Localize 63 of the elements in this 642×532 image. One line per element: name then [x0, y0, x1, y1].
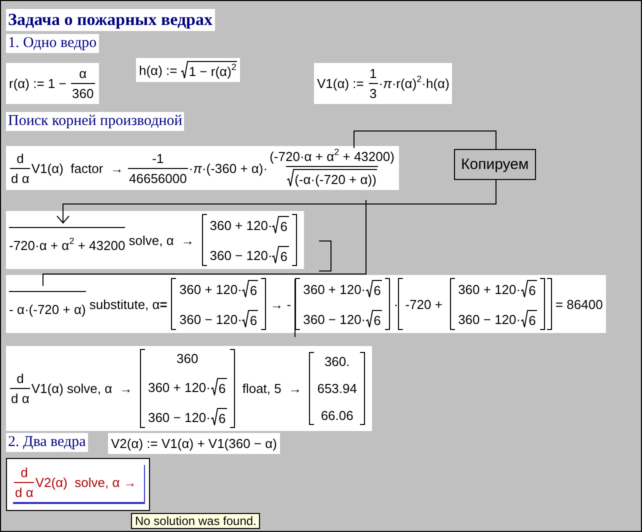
math-text: V1(α) solve, α → [31, 381, 134, 396]
math-text: substitute, α= [88, 296, 168, 312]
math-text: V1(α) := [317, 76, 365, 91]
math-text: V2(α) solve, α → [35, 475, 136, 490]
math-text: 653.94 [317, 381, 357, 396]
math-text: 6 [250, 283, 258, 298]
math-text: α [79, 66, 87, 81]
math-text: (-α·(-720 + α)) [294, 172, 376, 187]
math-text: = 86400 [554, 296, 603, 312]
math-text: 360 − 120· [210, 248, 272, 262]
math-text: 360 [72, 86, 94, 101]
math-text: float, 5 → [241, 381, 303, 396]
math-text: 6 [280, 249, 288, 264]
math-text: r(α) := 1 − [9, 76, 68, 91]
worksheet-title: Задача о пожарных ведрах [6, 9, 215, 31]
math-text: 1 − r(α)$^{2}$ [188, 64, 236, 79]
math-text: 6 [374, 283, 381, 298]
math-text: 360. [324, 354, 350, 369]
math-text: 66.06 [320, 408, 354, 423]
math-text: 360 + 120· [148, 380, 210, 394]
math-text: 6 [280, 219, 288, 234]
math-text: d α [11, 391, 30, 406]
math-text: 6 [528, 313, 536, 328]
math-text: d α [15, 485, 34, 500]
math-text: - α·(-720 + α) [9, 302, 86, 317]
math-text: 360 − 120· [303, 312, 366, 326]
math-text: V1(α) factor → [31, 160, 124, 176]
math-text: 6 [250, 313, 258, 328]
math-text: 360 − 120· [148, 410, 210, 424]
math-text: d [16, 150, 24, 166]
math-text: 3 [370, 86, 377, 101]
math-text: d [16, 371, 24, 386]
math-text: 360 + 120· [210, 218, 272, 232]
math-text: ·π·r(α)$^{2}$·h(α) [378, 76, 450, 91]
math-text: 6 [218, 381, 226, 396]
math-text: -1 [152, 150, 164, 166]
math-text: 360 + 120· [303, 282, 366, 296]
math-text: 46656000 [129, 170, 187, 186]
callout-label: Копируем [454, 149, 536, 180]
math-text: -720·α + α$^{2}$ + 43200 [9, 238, 126, 253]
section-heading: Поиск корней производной [6, 112, 184, 131]
math-text: 360 [176, 351, 198, 366]
section-heading: 1. Одно ведро [6, 34, 99, 53]
math-text: 360 − 120· [458, 312, 521, 326]
math-text: d [20, 465, 28, 480]
math-text: 360 + 120· [458, 282, 521, 296]
math-text: (-720·α + α$^{2}$ + 43200) [270, 149, 394, 164]
math-text: · [394, 296, 398, 312]
math-text: V2(α) := V1(α) + V1(360 − α) [111, 436, 277, 451]
math-text: 360 − 120· [179, 312, 242, 326]
math-text: h(α) := [139, 62, 178, 78]
math-text: -720 + [405, 296, 444, 312]
section-heading: 2. Два ведра [6, 433, 88, 452]
math-text: 6 [528, 283, 536, 298]
math-text: 6 [218, 411, 226, 426]
math-text: 6 [374, 313, 381, 328]
tooltip: No solution was found. [131, 513, 260, 529]
math-text: d α [11, 170, 30, 186]
math-text: 360 + 120· [179, 282, 242, 296]
math-text: → - [270, 296, 292, 312]
math-text: solve, α → [128, 232, 196, 248]
math-text: 1 [370, 66, 377, 81]
math-text: ·π·(-360 + α)· [188, 160, 268, 176]
